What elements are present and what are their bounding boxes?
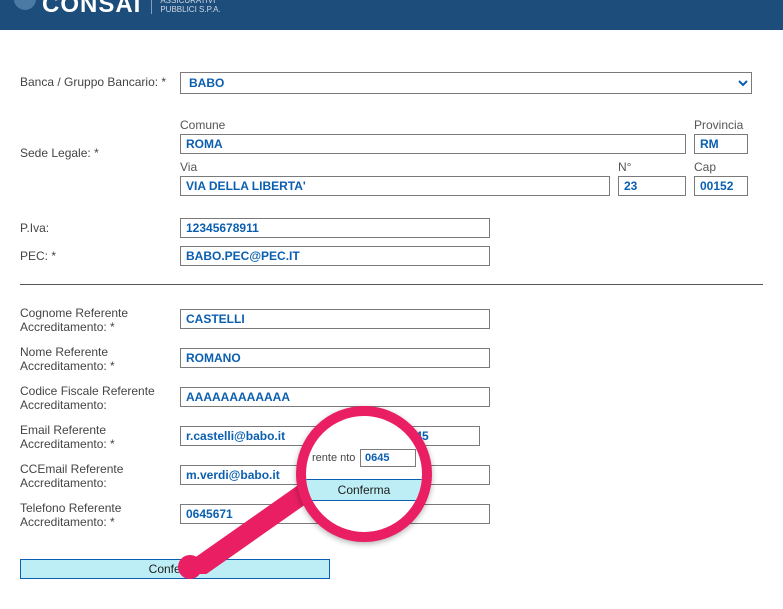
- cf-ref-input[interactable]: [180, 387, 490, 407]
- ccemail-ref-input[interactable]: [180, 465, 490, 485]
- row-conferma: Conferma: [20, 559, 763, 579]
- label-piva: P.Iva:: [20, 218, 180, 235]
- row-tel-ref: Telefono Referente Accreditamento: *: [20, 498, 763, 529]
- label-no: N°: [618, 160, 686, 176]
- label-email-ref: Email Referente Accreditamento: *: [20, 420, 180, 451]
- wheel-icon: [14, 0, 36, 10]
- row-nome-ref: Nome Referente Accreditamento: *: [20, 342, 763, 373]
- conferma-button[interactable]: Conferma: [20, 559, 330, 579]
- separator: [20, 284, 763, 285]
- email-ref-input[interactable]: [180, 426, 320, 446]
- brand-subtitle: ASSICURATIVI PUBBLICI S.P.A.: [151, 0, 220, 14]
- row-email-ref: Email Referente Accreditamento: *: [20, 420, 763, 451]
- label-pec: PEC: *: [20, 246, 180, 263]
- pec-input[interactable]: [180, 246, 490, 266]
- brand-text: CONSAI: [42, 0, 141, 19]
- banca-select[interactable]: BABO: [180, 72, 752, 94]
- email-ref-input-2[interactable]: [396, 426, 480, 446]
- cognome-ref-input[interactable]: [180, 309, 490, 329]
- label-sede: Sede Legale: *: [20, 118, 180, 160]
- label-cap: Cap: [694, 160, 748, 176]
- label-cognome-ref: Cognome Referente Accreditamento: *: [20, 303, 180, 334]
- provincia-input[interactable]: [694, 134, 748, 154]
- no-input[interactable]: [618, 176, 686, 196]
- row-piva: P.Iva:: [20, 218, 763, 238]
- via-input[interactable]: [180, 176, 610, 196]
- row-pec: PEC: *: [20, 246, 763, 266]
- cap-input[interactable]: [694, 176, 748, 196]
- piva-input[interactable]: [180, 218, 490, 238]
- label-via: Via: [180, 160, 610, 176]
- app-header: CONSAI ASSICURATIVI PUBBLICI S.P.A.: [0, 0, 783, 30]
- brand-logo: CONSAI ASSICURATIVI PUBBLICI S.P.A.: [14, 0, 221, 19]
- row-ccemail-ref: CCEmail Referente Accreditamento:: [20, 459, 763, 490]
- label-cf-ref: Codice Fiscale Referente Accreditamento:: [20, 381, 180, 412]
- label-banca: Banca / Gruppo Bancario: *: [20, 72, 180, 89]
- label-ccemail-ref: CCEmail Referente Accreditamento:: [20, 459, 180, 490]
- comune-input[interactable]: [180, 134, 686, 154]
- label-comune: Comune: [180, 118, 686, 134]
- form-area: Banca / Gruppo Bancario: * BABO Sede Leg…: [0, 38, 783, 609]
- row-cf-ref: Codice Fiscale Referente Accreditamento:: [20, 381, 763, 412]
- tel-ref-input[interactable]: [180, 504, 490, 524]
- row-banca: Banca / Gruppo Bancario: * BABO: [20, 72, 763, 94]
- label-provincia: Provincia: [694, 118, 748, 134]
- tab-bar: [0, 30, 783, 38]
- label-nome-ref: Nome Referente Accreditamento: *: [20, 342, 180, 373]
- row-cognome-ref: Cognome Referente Accreditamento: *: [20, 303, 763, 334]
- nome-ref-input[interactable]: [180, 348, 490, 368]
- label-tel-ref: Telefono Referente Accreditamento: *: [20, 498, 180, 529]
- row-sede: Sede Legale: * Comune Provincia Via N°: [20, 118, 763, 196]
